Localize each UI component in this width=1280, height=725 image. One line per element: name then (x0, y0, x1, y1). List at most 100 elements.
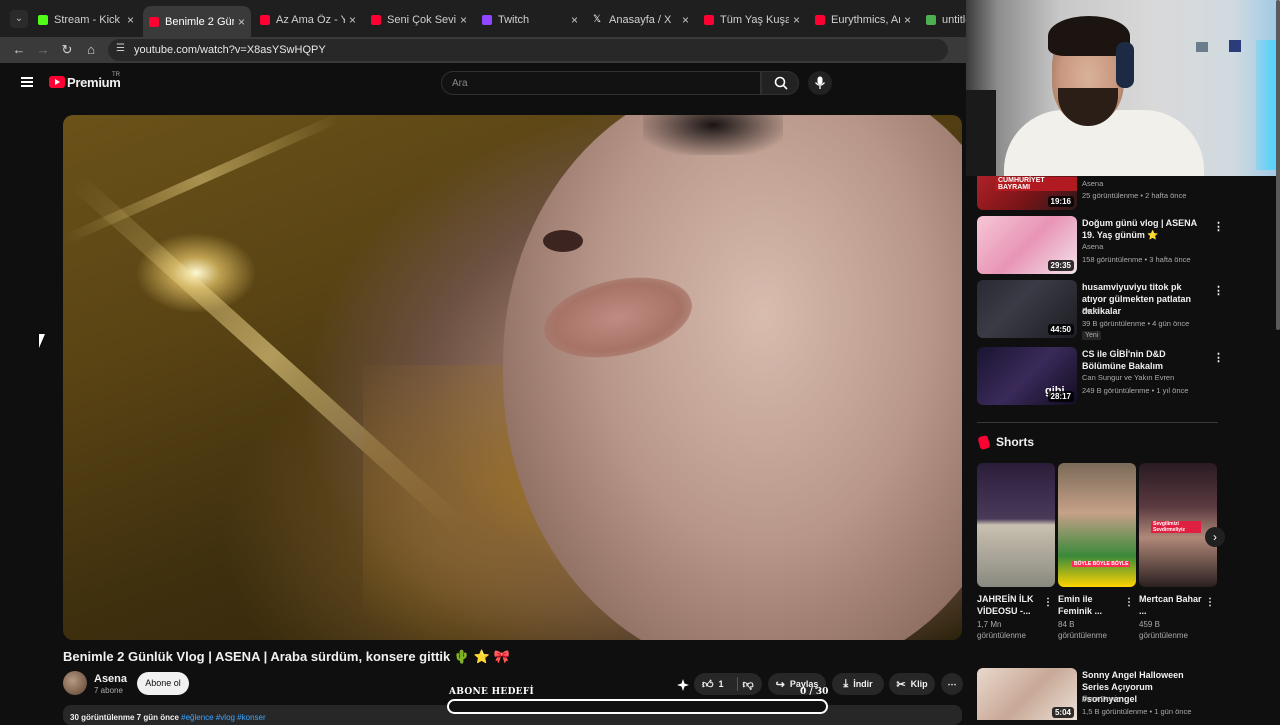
short-item[interactable]: JAHREİN İLK VİDEOSU -... 1,7 Mn görüntül… (977, 463, 1055, 641)
more-options-icon[interactable]: ⋮ (1213, 351, 1224, 364)
close-icon[interactable]: × (904, 13, 911, 27)
video-meta: 25 görüntülenme • 2 hafta önce (1082, 191, 1187, 200)
channel-name[interactable]: Asena (1082, 179, 1103, 188)
search-placeholder: Ara (452, 78, 468, 89)
recommendation-item[interactable]: CUMHURİYET BAYRAMI 19:16 Asena 25 görünt… (977, 176, 1217, 210)
site-info-icon[interactable]: ☰ (116, 43, 125, 54)
face-region (503, 115, 962, 640)
goal-count: 0 / 30 (800, 687, 828, 697)
tab-kick[interactable]: Stream - Kick Dash × (32, 6, 140, 33)
avatar[interactable] (63, 671, 87, 695)
recommendation-item[interactable]: 29:35 Doğum günü vlog | ASENA 19. Yaş gü… (977, 216, 1224, 276)
recommendation-item[interactable]: 5:04 Sonny Angel Halloween Series Açıyor… (977, 668, 1217, 720)
more-options-icon[interactable]: ⋮ (1124, 597, 1134, 608)
shorts-heading: Shorts (996, 435, 1035, 449)
close-icon[interactable]: × (793, 13, 800, 27)
tab-untitled[interactable]: untitled (920, 6, 966, 33)
short-title[interactable]: JAHREİN İLK VİDEOSU -... (977, 593, 1043, 617)
video-thumbnail[interactable]: 5:04 (977, 668, 1077, 720)
video-thumbnail[interactable]: 44:50 (977, 280, 1077, 338)
like-dislike-group: 👍︎ 1 👎︎ (694, 673, 762, 695)
short-thumbnail[interactable]: BÖYLE BÖYLE BÖYLE (1058, 463, 1136, 587)
tab-youtube[interactable]: Seni Çok Seviyorum × (365, 6, 473, 33)
more-options-icon[interactable]: ⋮ (1213, 284, 1224, 297)
close-icon[interactable]: × (460, 13, 467, 27)
tab-title: Eurythmics, Annie (831, 13, 900, 26)
scissors-icon: ✂ (896, 678, 906, 691)
dislike-button[interactable]: 👎︎ (743, 678, 754, 691)
tab-title: Stream - Kick Dash (54, 13, 123, 26)
video-title[interactable]: Doğum günü vlog | ASENA 19. Yaş günüm ⭐ (1082, 217, 1208, 241)
youtube-logo-icon[interactable] (49, 76, 65, 88)
close-icon[interactable]: × (349, 13, 356, 27)
channel-name[interactable]: Asena (1082, 242, 1103, 251)
forward-icon[interactable]: → (34, 41, 52, 59)
short-title[interactable]: Mertcan Bahar ... (1139, 593, 1205, 617)
short-thumbnail[interactable] (977, 463, 1055, 587)
tab-youtube[interactable]: Eurythmics, Annie × (809, 6, 917, 33)
search-button[interactable] (761, 71, 799, 95)
goal-label: ABONE HEDEFİ (449, 687, 535, 697)
channel-name[interactable]: Lena Deniz (1082, 694, 1120, 703)
subscribe-button[interactable]: Abone ol (137, 672, 189, 695)
browser-toolbar: ← → ↻ ⌂ ☰ youtube.com/watch?v=X8asYSwHQP… (0, 37, 966, 63)
video-meta: 1,5 B görüntülenme • 1 gün önce (1082, 707, 1192, 716)
scrollbar[interactable] (1276, 0, 1280, 330)
close-icon[interactable]: × (682, 13, 689, 27)
back-icon[interactable]: ← (10, 41, 28, 59)
search-input[interactable]: Ara (441, 71, 761, 95)
close-icon[interactable]: × (127, 13, 134, 27)
tab-title: Tüm Yaş Kuşakları (720, 13, 789, 26)
tab-twitch[interactable]: Twitch × (476, 6, 584, 33)
short-item[interactable]: Sevgilimizi Sevdirmeliyiz Mertcan Bahar … (1139, 463, 1217, 641)
menu-icon[interactable] (21, 77, 33, 87)
reload-icon[interactable]: ↻ (58, 41, 76, 59)
like-count: 1 (718, 679, 724, 689)
thumbnail-text: Sevgilimizi Sevdirmeliyiz (1151, 521, 1201, 533)
tab-youtube-active[interactable]: Benimle 2 Günlük Vlog × (143, 6, 251, 37)
recommendation-item[interactable]: gibi 28:17 CS ile GİBİ'nin D&D Bölümüne … (977, 347, 1224, 407)
video-thumbnail[interactable]: gibi 28:17 (977, 347, 1077, 405)
tab-x[interactable]: 𝕏 Anasayfa / X × (587, 6, 695, 33)
hashtags[interactable]: #eğlence #vlog #konser (181, 713, 266, 722)
video-title[interactable]: CS ile GİBİ'nin D&D Bölümüne Bakalım (1082, 348, 1208, 372)
sparkle-icon[interactable] (676, 678, 690, 692)
video-title: Benimle 2 Günlük Vlog | ASENA | Araba sü… (63, 649, 510, 664)
download-label: İndir (853, 679, 873, 689)
close-icon[interactable]: × (238, 15, 245, 29)
close-icon[interactable]: × (571, 13, 578, 27)
more-options-icon[interactable]: ⋮ (1213, 220, 1224, 233)
channel-name[interactable]: Can Sungur ve Yakın Evren (1082, 373, 1174, 382)
channel-name[interactable]: Zenti (1082, 306, 1099, 315)
address-bar[interactable]: ☰ youtube.com/watch?v=X8asYSwHQPY (108, 39, 948, 61)
mouse-cursor-icon (39, 334, 45, 348)
tab-search-button[interactable]: ⌄ (10, 10, 28, 28)
channel-name[interactable]: Asena (94, 673, 127, 685)
more-options-icon[interactable]: ⋮ (1043, 597, 1053, 608)
tab-youtube[interactable]: Tüm Yaş Kuşakları × (698, 6, 806, 33)
video-thumbnail[interactable]: 29:35 (977, 216, 1077, 274)
clip-label: Klip (910, 679, 928, 689)
clip-button[interactable]: ✂ Klip (889, 673, 935, 695)
video-thumbnail[interactable]: CUMHURİYET BAYRAMI 19:16 (977, 176, 1077, 210)
short-title[interactable]: Emin ile Feminik ... (1058, 593, 1124, 617)
voice-search-button[interactable] (808, 71, 832, 95)
short-thumbnail[interactable]: Sevgilimizi Sevdirmeliyiz (1139, 463, 1217, 587)
nostril-region (543, 230, 583, 252)
youtube-header: Premium TR Ara (0, 63, 966, 103)
home-icon[interactable]: ⌂ (82, 41, 100, 59)
duration-badge: 5:04 (1051, 707, 1074, 718)
download-button[interactable]: ⤓ İndir (832, 673, 884, 695)
video-title[interactable]: husamviyuviyu titok pk atıyor gülmekten … (1082, 281, 1208, 317)
tab-youtube[interactable]: Az Ama Öz - YouTube × (254, 6, 362, 33)
short-item[interactable]: BÖYLE BÖYLE BÖYLE Emin ile Feminik ... 8… (1058, 463, 1136, 641)
recommendation-item[interactable]: 44:50 husamviyuviyu titok pk atıyor gülm… (977, 280, 1224, 340)
chair-region (966, 90, 996, 176)
chevron-right-icon[interactable]: › (1205, 527, 1225, 547)
video-player[interactable] (63, 115, 962, 640)
more-actions-button[interactable]: ⋯ (941, 673, 963, 695)
more-options-icon[interactable]: ⋮ (1213, 672, 1217, 685)
like-button[interactable]: 👍︎ (702, 678, 714, 691)
more-options-icon[interactable]: ⋮ (1205, 597, 1215, 608)
tab-title: Az Ama Öz - YouTube (276, 13, 345, 26)
